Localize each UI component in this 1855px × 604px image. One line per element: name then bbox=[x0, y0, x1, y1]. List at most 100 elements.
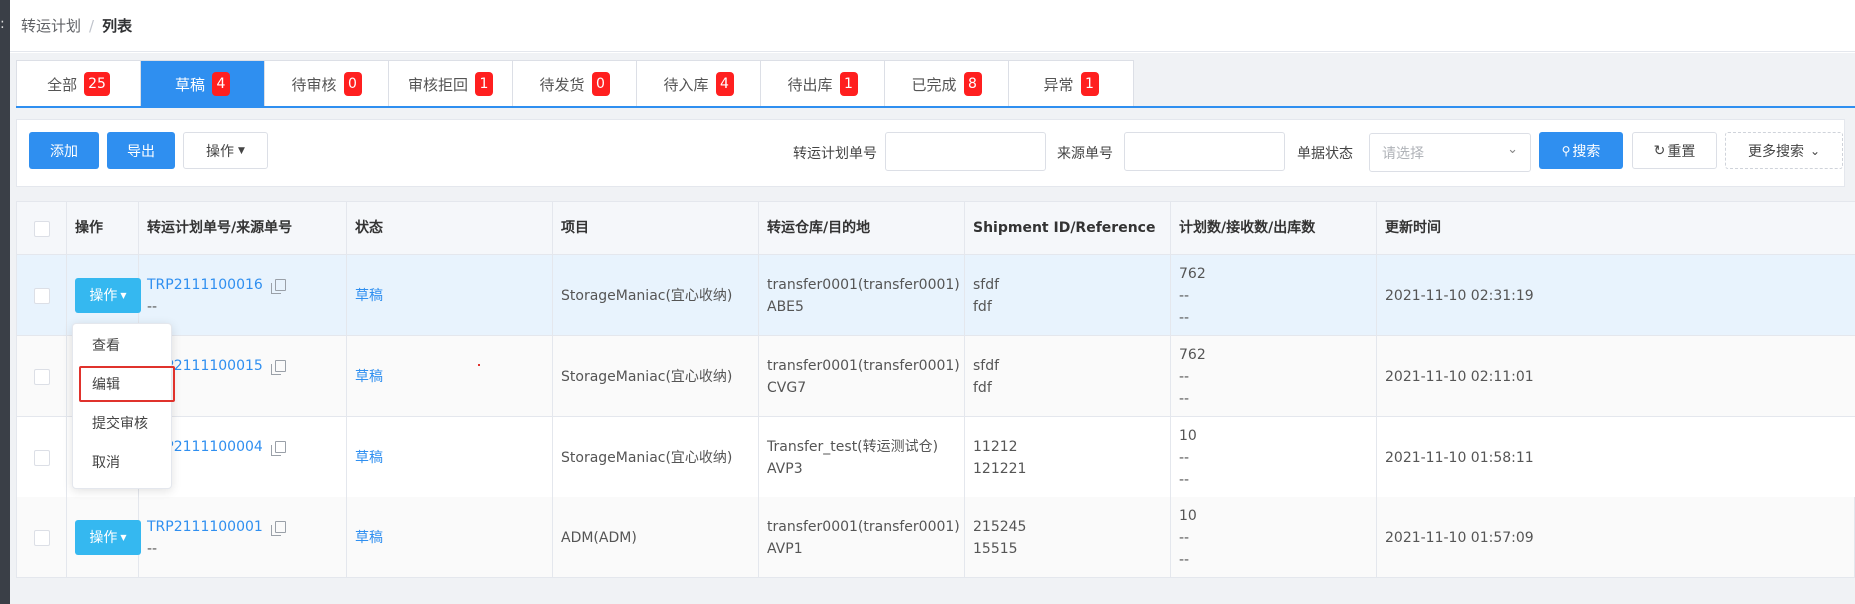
select-all-checkbox[interactable] bbox=[33, 220, 50, 237]
copy-icon[interactable] bbox=[270, 278, 286, 294]
row-plan-cell: TRP2111100001 -- bbox=[139, 497, 347, 578]
source-no: -- bbox=[147, 298, 158, 315]
row-operation-button[interactable]: 操作 ▼ bbox=[75, 278, 141, 313]
received-qty: -- bbox=[1179, 287, 1190, 304]
row-checkbox[interactable] bbox=[33, 368, 50, 385]
outbound-qty: -- bbox=[1179, 390, 1190, 407]
tab-pending-review[interactable]: 待审核 0 bbox=[265, 61, 389, 107]
plan-no-input[interactable] bbox=[885, 132, 1046, 171]
plan-no-link[interactable]: TRP2111100001 bbox=[147, 519, 263, 535]
reference-id: 121221 bbox=[973, 460, 1027, 477]
col-operation: 操作 bbox=[67, 202, 139, 255]
caret-down-icon: ▼ bbox=[120, 532, 127, 542]
copy-icon[interactable] bbox=[270, 440, 286, 456]
status-link[interactable]: 草稿 bbox=[355, 366, 552, 388]
more-search-button[interactable]: 更多搜索 ⌄ bbox=[1725, 132, 1843, 169]
tab-label: 待入库 bbox=[663, 75, 709, 94]
row-status-cell: 草稿 bbox=[347, 255, 553, 336]
row-shipment-cell: 11212 121221 bbox=[965, 417, 1171, 498]
plan-no-link[interactable]: TRP2111100016 bbox=[147, 277, 263, 293]
row-warehouse-cell: Transfer_test(转运测试仓) AVP3 bbox=[759, 417, 965, 498]
edge-glyph: : bbox=[0, 16, 5, 32]
add-button[interactable]: 添加 bbox=[29, 132, 99, 169]
stray-mark bbox=[478, 364, 480, 366]
row-status-cell: 草稿 bbox=[347, 497, 553, 578]
tab-pending-inbound[interactable]: 待入库 4 bbox=[637, 61, 761, 107]
row-updated-cell: 2021-11-10 02:31:19 bbox=[1377, 255, 1855, 336]
status-link[interactable]: 草稿 bbox=[355, 285, 552, 307]
tab-completed[interactable]: 已完成 8 bbox=[885, 61, 1009, 107]
row-checkbox[interactable] bbox=[33, 449, 50, 466]
row-operation-button[interactable]: 操作 ▼ bbox=[75, 520, 141, 555]
warehouse: transfer0001(transfer0001) bbox=[767, 357, 960, 374]
status-link[interactable]: 草稿 bbox=[355, 527, 552, 549]
content-area: 全部 25 草稿 4 待审核 0 审核拒回 1 待发货 0 待入库 4 待出库 1 已完成 8 … bbox=[10, 53, 1855, 604]
destination: AVP3 bbox=[767, 460, 803, 477]
page: 转运计划 / 列表 全部 25 草稿 4 待审核 0 审核拒回 1 待发货 0 待入库 4 … bbox=[10, 0, 1855, 604]
col-project: 项目 bbox=[553, 202, 759, 255]
planned-qty: 762 bbox=[1179, 346, 1206, 363]
updated-time: 2021-11-10 01:57:09 bbox=[1385, 529, 1534, 546]
tab-label: 待发货 bbox=[539, 75, 585, 94]
row-operation-menu: 查看 编辑 提交审核 取消 bbox=[72, 323, 175, 489]
row-select-cell bbox=[17, 417, 67, 498]
table-row: 操作 ▼ TRP2111100016 -- 草稿 StorageManiac(宜心收… bbox=[17, 255, 1855, 336]
shipment-id: sfdf bbox=[973, 276, 1000, 293]
reset-button[interactable]: ↻ 重置 bbox=[1632, 132, 1717, 169]
tab-label: 审核拒回 bbox=[407, 75, 468, 94]
tab-all[interactable]: 全部 25 bbox=[17, 61, 141, 107]
project: StorageManiac(宜心收纳) bbox=[561, 368, 733, 385]
status-select[interactable]: 请选择 ⌄ bbox=[1369, 133, 1531, 172]
tab-rejected[interactable]: 审核拒回 1 bbox=[389, 61, 513, 107]
col-updated: 更新时间 bbox=[1385, 220, 1441, 236]
planned-qty: 10 bbox=[1179, 507, 1197, 524]
select-all-cell bbox=[17, 202, 67, 255]
row-status-cell: 草稿 bbox=[347, 336, 553, 417]
tab-label: 全部 bbox=[47, 75, 78, 94]
menu-item-submit-review[interactable]: 提交审核 bbox=[73, 406, 173, 442]
status-link[interactable]: 草稿 bbox=[355, 447, 552, 469]
row-checkbox[interactable] bbox=[33, 287, 50, 304]
updated-time: 2021-11-10 01:58:11 bbox=[1385, 449, 1534, 466]
row-warehouse-cell: transfer0001(transfer0001) CVG7 bbox=[759, 336, 965, 417]
project: StorageManiac(宜心收纳) bbox=[561, 449, 733, 466]
search-label: 搜索 bbox=[1572, 143, 1601, 160]
row-checkbox[interactable] bbox=[33, 529, 50, 546]
tab-count-badge: 1 bbox=[839, 72, 858, 96]
received-qty: -- bbox=[1179, 368, 1190, 385]
tab-exception[interactable]: 异常 1 bbox=[1009, 61, 1133, 107]
reference-id: fdf bbox=[973, 379, 992, 396]
row-select-cell bbox=[17, 255, 67, 336]
col-plan-no: 转运计划单号/来源单号 bbox=[139, 202, 347, 255]
destination: CVG7 bbox=[767, 379, 807, 396]
copy-icon[interactable] bbox=[270, 520, 286, 536]
breadcrumb-parent[interactable]: 转运计划 bbox=[21, 15, 81, 36]
search-button[interactable]: ⚲ 搜索 bbox=[1539, 132, 1623, 169]
row-operation-label: 操作 bbox=[89, 529, 118, 546]
table-row: TRP2111100015-- 草稿 StorageManiac(宜心收纳) t… bbox=[17, 336, 1855, 417]
tab-pending-outbound[interactable]: 待出库 1 bbox=[761, 61, 885, 107]
tab-count-badge: 1 bbox=[475, 72, 493, 96]
search-icon: ⚲ bbox=[1561, 143, 1571, 158]
menu-item-cancel[interactable]: 取消 bbox=[73, 445, 173, 481]
outbound-qty: -- bbox=[1179, 309, 1190, 326]
refresh-icon: ↻ bbox=[1653, 142, 1666, 159]
breadcrumb-separator: / bbox=[89, 16, 95, 35]
destination: AVP1 bbox=[767, 540, 803, 557]
tab-pending-shipment[interactable]: 待发货 0 bbox=[513, 61, 637, 107]
tab-draft[interactable]: 草稿 4 bbox=[141, 61, 265, 107]
row-updated-cell: 2021-11-10 01:57:09 bbox=[1377, 497, 1855, 578]
toolbar: 添加 导出 操作 ▼ 转运计划单号 来源单号 单据状态 请选择 ⌄ ⚲ 搜索 ↻ 重置 … bbox=[16, 119, 1845, 187]
menu-item-view[interactable]: 查看 bbox=[73, 328, 173, 364]
source-no-input[interactable] bbox=[1124, 132, 1285, 171]
tab-count-badge: 4 bbox=[212, 72, 230, 96]
caret-down-icon: ▼ bbox=[238, 145, 245, 156]
warehouse: transfer0001(transfer0001) bbox=[767, 276, 960, 293]
operation-dropdown-button[interactable]: 操作 ▼ bbox=[183, 132, 268, 169]
planned-qty: 10 bbox=[1179, 427, 1197, 444]
source-no: -- bbox=[147, 458, 346, 480]
copy-icon[interactable] bbox=[270, 359, 286, 375]
received-qty: -- bbox=[1179, 529, 1190, 546]
reference-id: 15515 bbox=[973, 540, 1018, 557]
export-button[interactable]: 导出 bbox=[107, 132, 175, 169]
